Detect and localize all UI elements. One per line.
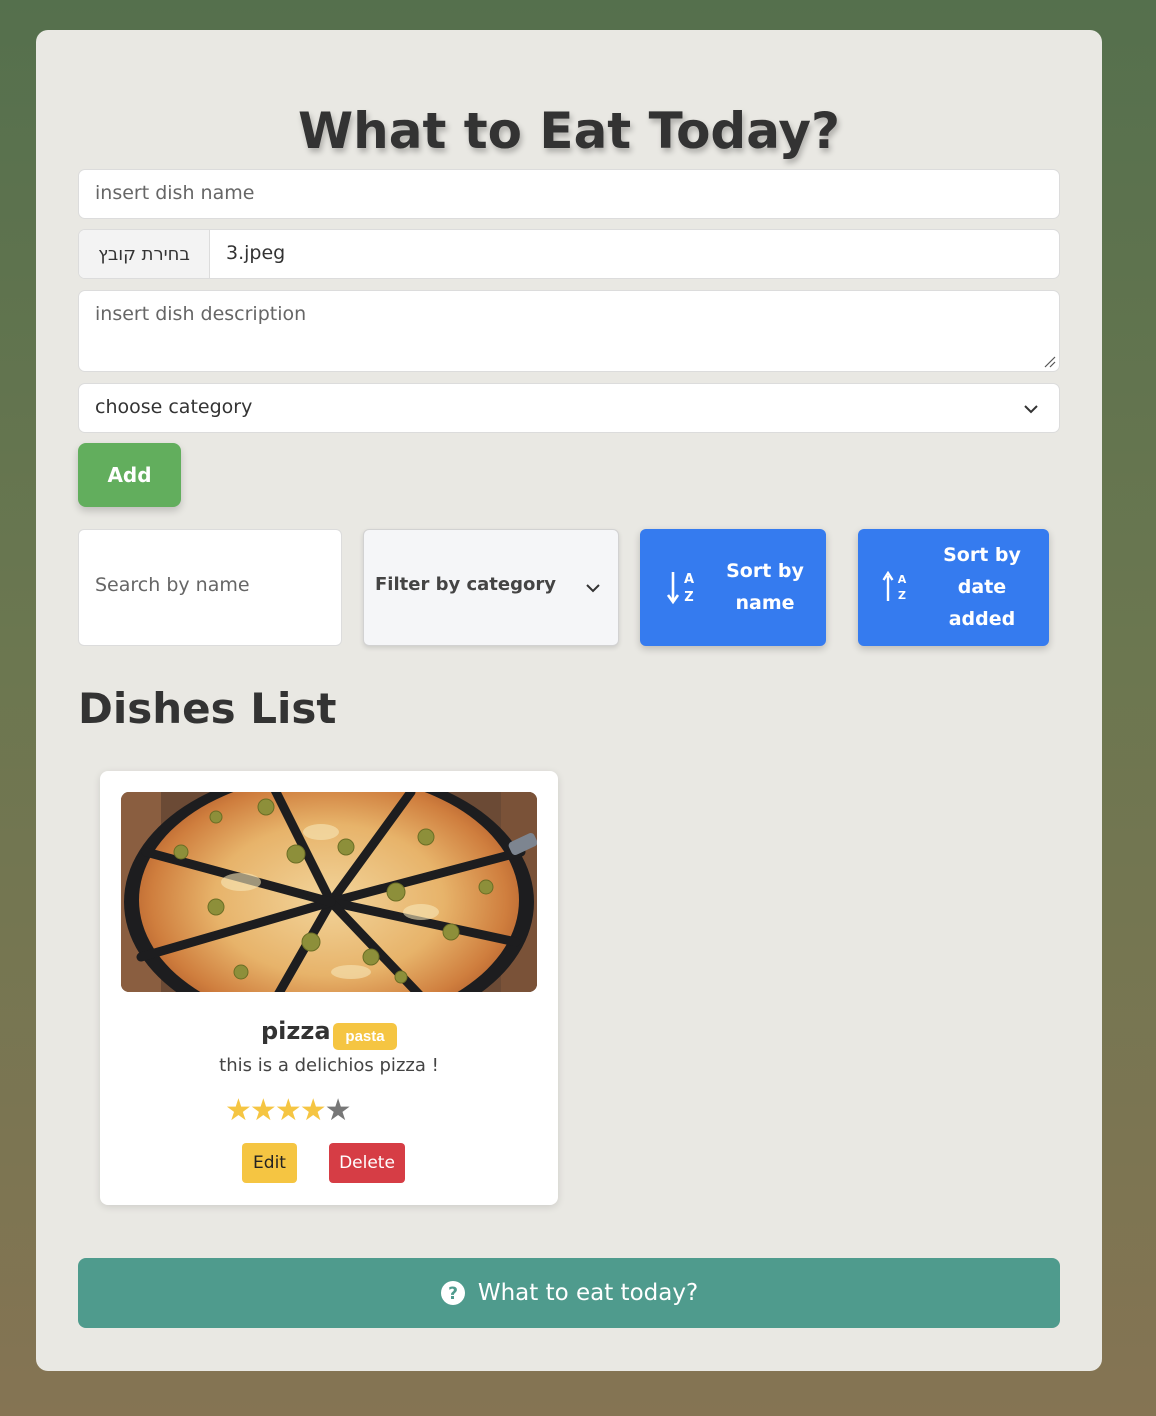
main-panel: What to Eat Today? insert dish name בחיר… bbox=[36, 30, 1102, 1371]
sort-alpha-up-icon: A Z bbox=[882, 571, 907, 602]
dish-description-placeholder: insert dish description bbox=[95, 303, 307, 325]
dishes-list-title: Dishes List bbox=[78, 684, 337, 733]
dish-card: pizza pasta this is a delichios pizza ! … bbox=[100, 771, 558, 1205]
svg-text:A: A bbox=[684, 572, 694, 587]
category-filter-select[interactable]: Filter by category bbox=[363, 529, 619, 646]
choose-file-button[interactable]: בחירת קובץ bbox=[79, 230, 210, 278]
sort-by-name-label: Sort by name bbox=[726, 560, 804, 614]
star-icon[interactable]: ★ bbox=[275, 1094, 302, 1127]
chevron-down-icon bbox=[586, 584, 600, 593]
file-name-label: 3.jpeg bbox=[226, 242, 286, 264]
svg-text:Z: Z bbox=[684, 590, 693, 605]
filter-label: Filter by category bbox=[375, 574, 556, 595]
edit-button[interactable]: Edit bbox=[242, 1143, 297, 1183]
search-placeholder: Search by name bbox=[95, 574, 250, 596]
resize-handle-icon[interactable] bbox=[1042, 354, 1056, 368]
star-icon[interactable]: ★ bbox=[225, 1094, 252, 1127]
star-icon[interactable]: ★ bbox=[325, 1094, 352, 1127]
star-icon[interactable]: ★ bbox=[300, 1094, 327, 1127]
search-input[interactable]: Search by name bbox=[78, 529, 342, 646]
image-file-input[interactable]: בחירת קובץ 3.jpeg bbox=[78, 229, 1060, 279]
category-badge: pasta bbox=[333, 1023, 397, 1050]
star-icon[interactable]: ★ bbox=[250, 1094, 277, 1127]
svg-text:Z: Z bbox=[898, 589, 906, 602]
svg-text:A: A bbox=[898, 573, 907, 586]
sort-by-date-button[interactable]: A Z Sort by date added bbox=[858, 529, 1049, 646]
dish-name: pizza bbox=[261, 1017, 331, 1045]
dish-description: this is a delichios pizza ! bbox=[219, 1055, 439, 1076]
category-select-value: choose category bbox=[95, 396, 253, 418]
question-circle-icon: ? bbox=[440, 1281, 465, 1305]
dish-name-input[interactable]: insert dish name bbox=[78, 169, 1060, 219]
what-to-eat-label: What to eat today? bbox=[477, 1280, 699, 1306]
dish-name-placeholder: insert dish name bbox=[95, 182, 255, 204]
sort-by-name-button[interactable]: A Z Sort by name bbox=[640, 529, 826, 646]
svg-text:?: ? bbox=[448, 1284, 458, 1304]
dish-image bbox=[121, 792, 537, 992]
page-title: What to Eat Today? bbox=[297, 102, 841, 160]
add-button[interactable]: Add bbox=[78, 443, 181, 507]
delete-button[interactable]: Delete bbox=[329, 1143, 405, 1183]
what-to-eat-button[interactable]: ? What to eat today? bbox=[78, 1258, 1060, 1328]
chevron-down-icon bbox=[1024, 405, 1038, 414]
star-rating[interactable]: ★★★★★ bbox=[225, 1093, 352, 1129]
dish-description-textarea[interactable]: insert dish description bbox=[78, 290, 1060, 372]
sort-by-date-label: Sort by date added bbox=[943, 544, 1021, 630]
category-select[interactable]: choose category bbox=[78, 383, 1060, 433]
sort-alpha-down-icon: A Z bbox=[666, 572, 694, 605]
